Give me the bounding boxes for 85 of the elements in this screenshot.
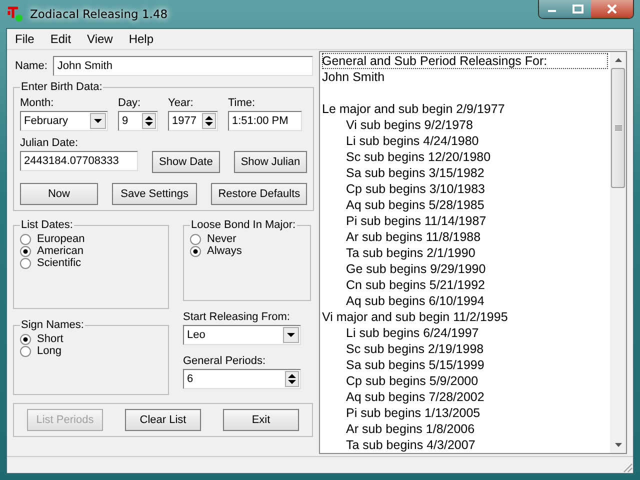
list-line: Pi sub begins 1/13/2005 <box>345 405 482 421</box>
list-line: Ge sub begins 9/29/1990 <box>345 261 487 277</box>
resize-grip-icon[interactable] <box>621 461 633 473</box>
list-line: Pi sub begins 11/14/1987 <box>345 213 488 229</box>
list-line: Cp sub begins 3/10/1983 <box>345 181 486 197</box>
spin-arrows-icon[interactable] <box>285 371 299 387</box>
name-field[interactable]: John Smith <box>53 56 313 76</box>
radio-label[interactable]: Short <box>37 333 64 345</box>
radio-label[interactable]: Scientific <box>37 257 82 269</box>
group-title: List Dates: <box>20 219 74 231</box>
list-line: John Smith <box>322 69 386 85</box>
list-line: Ar sub begins 11/8/1988 <box>345 229 482 245</box>
list-line: Sc sub begins 2/19/1998 <box>345 341 485 357</box>
push-button[interactable]: Show Julian <box>234 151 308 173</box>
list-line: Aq sub begins 5/28/1985 <box>345 197 486 213</box>
list-line: Sa sub begins 3/15/1982 <box>345 165 486 181</box>
radio-button[interactable] <box>20 346 31 356</box>
list-line: Li sub begins 4/24/1980 <box>345 133 480 149</box>
push-button[interactable]: Save Settings <box>112 183 198 205</box>
scrollbar[interactable] <box>610 52 626 453</box>
radio-button[interactable] <box>20 334 31 344</box>
list-line: Vi sub begins 9/2/1978 <box>345 117 474 133</box>
group-title: Loose Bond In Major: <box>190 219 297 231</box>
field-label: General Periods: <box>183 355 267 367</box>
sign-dropdown[interactable]: Leo <box>183 325 301 345</box>
month-dropdown[interactable]: February <box>20 111 108 131</box>
list-line: Le major and sub begin 2/9/1977 <box>322 101 506 117</box>
minimize-button[interactable] <box>539 0 565 18</box>
field-label: Time: <box>228 97 256 109</box>
push-button[interactable]: Exit <box>223 409 299 431</box>
radio-label[interactable]: Long <box>37 345 62 357</box>
radio-label[interactable]: American <box>37 245 84 257</box>
radio-button[interactable] <box>190 246 201 256</box>
window-title: Zodiacal Releasing 1.48 <box>30 7 168 21</box>
group-title: Enter Birth Data: <box>20 81 104 93</box>
group-title: Sign Names: <box>20 319 85 331</box>
spin-arrows-icon[interactable] <box>202 113 216 129</box>
list-line: Sc sub begins 12/20/1980 <box>345 149 492 165</box>
maximize-icon <box>572 4 584 14</box>
field-label: Start Releasing From: <box>183 311 291 323</box>
year-spinner[interactable]: 1977 <box>168 111 218 131</box>
radio-button[interactable] <box>20 234 31 244</box>
spin-arrows-icon[interactable] <box>142 113 156 129</box>
radio-label[interactable]: Never <box>207 233 236 245</box>
list-line: Ar sub begins 1/8/2006 <box>345 421 476 437</box>
list-heading: General and Sub Period Releasings For: <box>322 53 608 69</box>
app-icon <box>6 5 24 23</box>
menu-item[interactable]: Edit <box>50 32 72 46</box>
radio-button[interactable] <box>190 234 201 244</box>
maximize-button[interactable] <box>565 0 591 18</box>
day-spinner[interactable]: 9 <box>118 111 158 131</box>
menu-item[interactable]: Help <box>128 32 154 46</box>
field-label: Year: <box>168 97 194 109</box>
scroll-up-icon[interactable] <box>614 58 622 62</box>
list-line: Li sub begins 6/24/1997 <box>345 325 480 341</box>
close-icon <box>606 4 618 14</box>
list-line: Vi major and sub begin 11/2/1995 <box>322 309 509 325</box>
grip-icon <box>614 125 622 131</box>
time-field[interactable]: 1:51:00 PM <box>228 111 302 131</box>
list-line: Ta sub begins 4/3/2007 <box>345 437 476 453</box>
close-button[interactable] <box>591 0 633 18</box>
radio-button[interactable] <box>20 246 31 256</box>
menu-item[interactable]: File <box>15 32 34 46</box>
list-line: Aq sub begins 6/10/1994 <box>345 293 486 309</box>
radio-label[interactable]: European <box>37 233 85 245</box>
periods-spinner[interactable]: 6 <box>183 369 301 389</box>
field-label: Month: <box>20 97 55 109</box>
radio-label[interactable]: Always <box>207 245 242 257</box>
push-button[interactable]: Restore Defaults <box>211 183 308 205</box>
field-label: Name: <box>15 60 48 72</box>
julian-date-field[interactable]: 2443184.07708333 <box>20 151 138 171</box>
radio-button[interactable] <box>20 258 31 268</box>
list-line: Cp sub begins 5/9/2000 <box>345 373 480 389</box>
field-label: Julian Date: <box>20 137 80 149</box>
list-line: Aq sub begins 7/28/2002 <box>345 389 486 405</box>
field-label: Day: <box>118 97 142 109</box>
push-button[interactable]: Now <box>20 183 98 205</box>
push-button[interactable]: Show Date <box>152 151 220 173</box>
results-list[interactable] <box>319 51 627 454</box>
list-line: Cn sub begins 5/21/1992 <box>345 277 486 293</box>
list-line: Sa sub begins 5/15/1999 <box>345 357 486 373</box>
list-line: Ta sub begins 2/1/1990 <box>345 245 476 261</box>
push-button[interactable]: Clear List <box>125 409 201 431</box>
scroll-down-icon[interactable] <box>614 443 622 447</box>
menu-item[interactable]: View <box>87 32 113 46</box>
